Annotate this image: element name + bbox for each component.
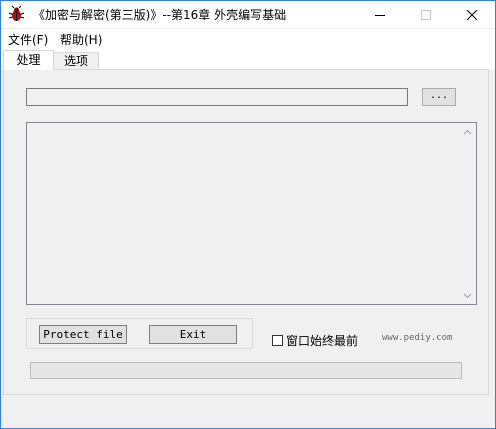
maximize-icon bbox=[421, 9, 431, 20]
exit-button[interactable]: Exit bbox=[149, 325, 237, 344]
menu-file[interactable]: 文件(F) bbox=[8, 31, 48, 48]
browse-button[interactable]: ... bbox=[422, 88, 456, 106]
close-button[interactable] bbox=[449, 1, 495, 28]
tab-options[interactable]: 选项 bbox=[53, 52, 99, 70]
window-title: 《加密与解密(第三版)》--第16章 外壳编写基础 bbox=[33, 8, 287, 22]
topmost-label: 窗口始终最前 bbox=[286, 333, 359, 348]
bug-icon[interactable] bbox=[8, 5, 25, 23]
progress-bar bbox=[30, 362, 462, 379]
log-textarea[interactable] bbox=[26, 122, 477, 305]
site-label: www.pediy.com bbox=[382, 333, 453, 343]
minimize-button[interactable] bbox=[357, 1, 403, 28]
file-path-field[interactable] bbox=[26, 88, 408, 106]
maximize-button[interactable] bbox=[403, 1, 449, 28]
menu-help[interactable]: 帮助(H) bbox=[60, 31, 102, 48]
minimize-icon bbox=[375, 14, 385, 16]
log-scrollbar[interactable] bbox=[459, 123, 476, 304]
tab-process[interactable]: 处理 bbox=[3, 50, 54, 70]
topmost-checkbox[interactable] bbox=[272, 334, 283, 346]
tab-strip: 处理 选项 bbox=[1, 49, 495, 70]
scroll-down-icon[interactable] bbox=[463, 291, 472, 300]
close-icon bbox=[467, 9, 477, 20]
action-group: Protect file Exit bbox=[26, 318, 253, 349]
scroll-up-icon[interactable] bbox=[463, 128, 472, 137]
title-bar[interactable]: 《加密与解密(第三版)》--第16章 外壳编写基础 bbox=[1, 1, 495, 28]
protect-file-button[interactable]: Protect file bbox=[39, 325, 127, 344]
topmost-option[interactable]: 窗口始终最前 bbox=[272, 332, 358, 348]
menu-bar: 文件(F) 帮助(H) bbox=[1, 29, 495, 49]
main-window: 《加密与解密(第三版)》--第16章 外壳编写基础 文件(F) 帮助(H) 处理… bbox=[0, 0, 496, 429]
